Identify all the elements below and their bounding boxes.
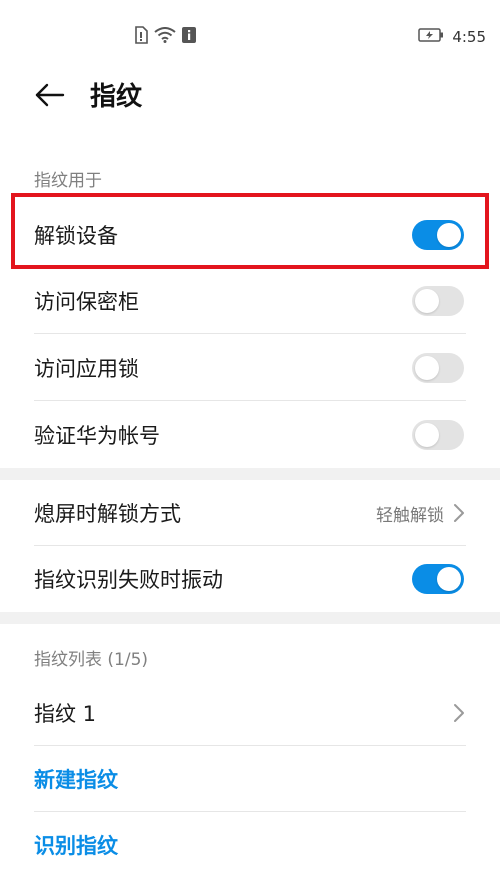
row-app-lock[interactable]: 访问应用锁 [0,335,500,401]
header: 指纹 [0,72,500,122]
toggle-unlock-device[interactable] [412,220,464,250]
nfc-icon [182,27,196,47]
toggle-knob [437,567,461,591]
back-button[interactable] [30,82,70,112]
row-label-safe-access: 访问保密柜 [34,290,139,314]
section-label-fingerprint-list: 指纹列表 (1/5) [34,650,149,670]
row-label-screen-off-unlock: 熄屏时解锁方式 [34,502,181,526]
identify-fingerprint-link[interactable]: 识别指纹 [34,830,118,860]
divider [34,333,466,334]
row-label-app-lock: 访问应用锁 [34,357,139,381]
row-fingerprint-1[interactable]: 指纹 1 [0,680,500,746]
row-label-fingerprint-1: 指纹 1 [34,702,97,726]
row-screen-off-unlock[interactable]: 熄屏时解锁方式 轻触解锁 [0,480,500,546]
status-right: 4:55 [418,27,486,47]
toggle-knob [415,356,439,380]
row-label-unlock-device: 解锁设备 [34,224,118,248]
toggle-safe-access[interactable] [412,286,464,316]
wifi-icon [154,27,176,47]
section-label-usage: 指纹用于 [34,171,102,191]
chevron-right-icon [452,502,466,524]
page-title: 指纹 [90,82,143,112]
toggle-app-lock[interactable] [412,353,464,383]
toggle-knob [437,223,461,247]
status-time: 4:55 [452,28,486,46]
row-identify-fingerprint[interactable]: 识别指纹 [0,812,500,878]
row-safe-access[interactable]: 访问保密柜 [0,268,500,334]
section-gap [0,468,500,480]
row-unlock-device[interactable]: 解锁设备 [0,202,500,268]
status-icons [134,26,196,48]
toggle-knob [415,423,439,447]
toggle-knob [415,289,439,313]
status-bar: 4:55 [0,0,500,72]
section-gap [0,612,500,624]
arrow-left-icon [35,83,65,111]
toggle-vibrate-on-fail[interactable] [412,564,464,594]
row-verify-account[interactable]: 验证华为帐号 [0,402,500,468]
toggle-verify-account[interactable] [412,420,464,450]
row-label-vibrate-on-fail: 指纹识别失败时振动 [34,568,223,592]
row-label-verify-account: 验证华为帐号 [34,424,160,448]
row-new-fingerprint[interactable]: 新建指纹 [0,746,500,812]
battery-charging-icon [418,28,444,46]
chevron-right-icon [452,702,466,724]
row-vibrate-on-fail[interactable]: 指纹识别失败时振动 [0,546,500,612]
screen-off-unlock-value: 轻触解锁 [376,505,444,526]
sim-card-icon [134,26,148,48]
new-fingerprint-link[interactable]: 新建指纹 [34,764,118,794]
divider [34,400,466,401]
